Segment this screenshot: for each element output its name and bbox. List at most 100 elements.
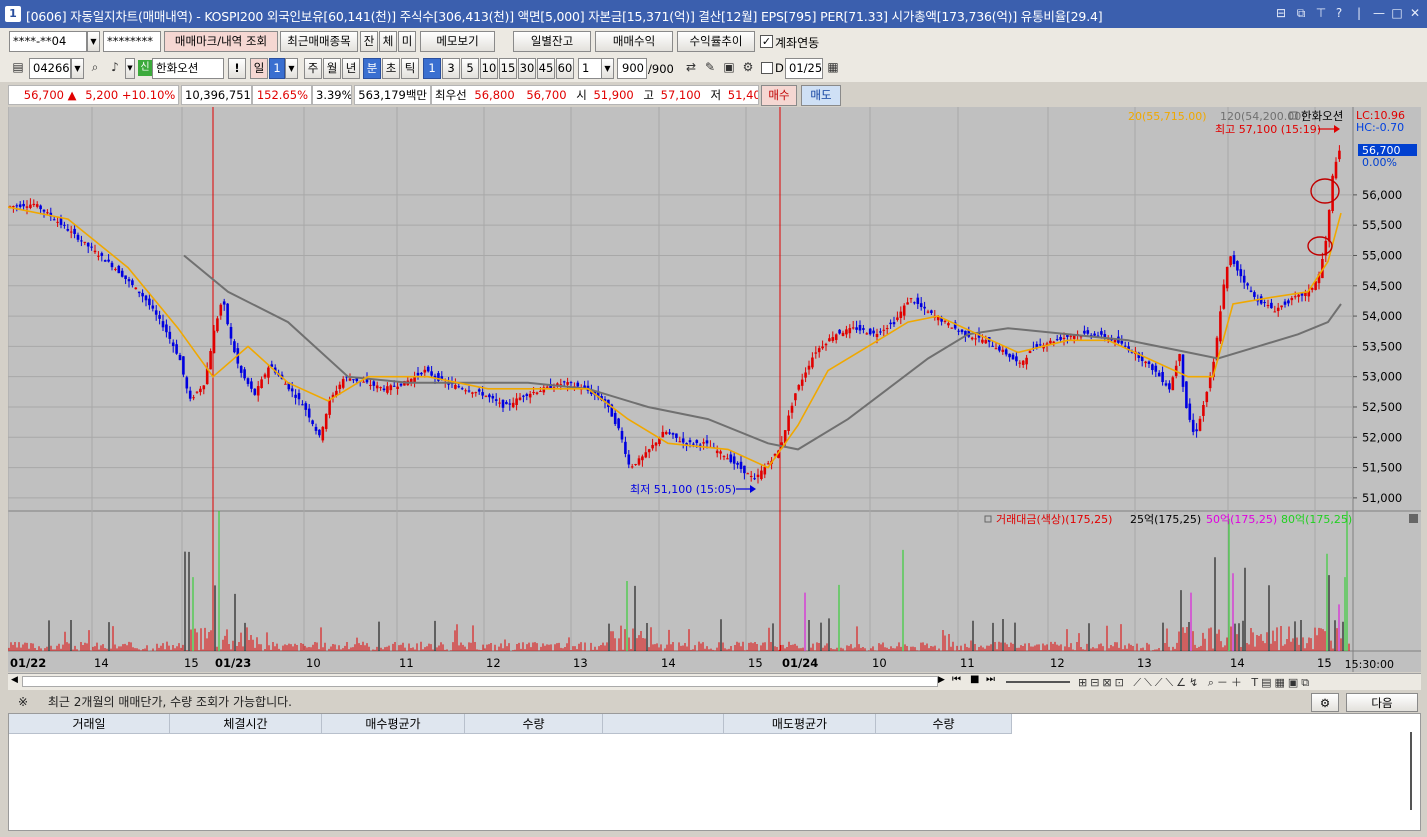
trade-mark-button[interactable]: 매매마크/내역 조회	[164, 31, 278, 52]
candle-body	[535, 392, 539, 394]
stock-chart[interactable]: 56,000 55,500 55,000 54,500 54,000 53,500 53,0…	[8, 107, 1421, 672]
alert-button[interactable]: !	[228, 58, 246, 79]
candle-body	[994, 348, 998, 350]
minute-30-button[interactable]: 30	[518, 58, 536, 79]
tool-icon[interactable]: ✎	[701, 58, 719, 77]
minute-60-button[interactable]: 60	[556, 58, 574, 79]
minute-45-button[interactable]: 45	[537, 58, 555, 79]
sound-dropdown-icon[interactable]: ▼	[125, 58, 135, 79]
balance-button[interactable]: 잔	[360, 31, 378, 52]
scroll-last-icon[interactable]: ⏭	[986, 674, 995, 685]
interval-field[interactable]: 1	[578, 58, 602, 79]
candle-body	[926, 311, 930, 313]
help-icon[interactable]: ?	[1331, 5, 1347, 21]
daily-balance-button[interactable]: 일별잔고	[513, 31, 591, 52]
candle-body	[1236, 261, 1239, 271]
candle-body	[1069, 335, 1073, 337]
day-interval-dropdown-icon[interactable]: ▼	[285, 58, 298, 79]
minute-5-button[interactable]: 5	[461, 58, 479, 79]
stock-code-field[interactable]: 042660	[29, 58, 71, 79]
maximize-icon[interactable]: □	[1389, 5, 1405, 21]
x-tick-label: 13	[573, 656, 588, 670]
memo-button[interactable]: 메모보기	[420, 31, 495, 52]
volume-pane-close-icon[interactable]	[1409, 514, 1418, 523]
fold-icon[interactable]: |	[1351, 5, 1367, 21]
period-second-button[interactable]: 초	[382, 58, 400, 79]
scroll-left-icon[interactable]: ◀	[11, 675, 18, 685]
price-tick-label: 54,500	[1362, 279, 1402, 293]
search-icon[interactable]: ⌕	[86, 58, 104, 77]
close-icon[interactable]: ✕	[1407, 5, 1423, 21]
period-tick-button[interactable]: 틱	[401, 58, 419, 79]
gear-icon[interactable]: ⚙	[739, 58, 757, 77]
account-field[interactable]: ****-**04	[9, 31, 87, 52]
period-year-button[interactable]: 년	[342, 58, 360, 79]
scroll-track[interactable]	[22, 676, 938, 687]
period-week-button[interactable]: 주	[304, 58, 322, 79]
compare-icon[interactable]: ⇄	[682, 58, 700, 77]
code-dropdown-icon[interactable]: ▼	[71, 58, 84, 79]
candle-body	[688, 440, 692, 443]
restore-layout-icon[interactable]: ⊟	[1273, 5, 1289, 21]
candle-body	[892, 322, 896, 325]
notice-mark: ※	[18, 695, 29, 709]
chart-canvas[interactable]: 56,000 55,500 55,000 54,500 54,000 53,500 53,0…	[8, 107, 1421, 672]
executed-button[interactable]: 체	[379, 31, 397, 52]
scroll-right-icon[interactable]: ▶	[938, 675, 945, 685]
scroll-first-icon[interactable]: ⏮	[952, 674, 961, 685]
interval-dropdown-icon[interactable]: ▼	[601, 58, 614, 79]
calendar-icon[interactable]: ▦	[824, 58, 842, 77]
recent-trades-button[interactable]: 최근매매종목	[280, 31, 358, 52]
candle-body	[821, 346, 824, 349]
candle-body	[729, 454, 733, 463]
period-day-button[interactable]: 일	[250, 58, 268, 79]
candle-body	[93, 250, 97, 253]
candle-body	[630, 466, 634, 468]
candle-body	[627, 454, 631, 465]
zoom-slider[interactable]	[1006, 681, 1070, 683]
save-icon[interactable]: ▣	[720, 58, 738, 77]
return-trend-button[interactable]: 수익률추이	[677, 31, 755, 52]
col-trade-date: 거래일	[9, 714, 170, 734]
minute-1-button[interactable]: 1	[423, 58, 441, 79]
candle-body	[1123, 345, 1127, 347]
minute-10-button[interactable]: 10	[480, 58, 498, 79]
candle-body	[984, 340, 988, 344]
unfilled-button[interactable]: 미	[398, 31, 416, 52]
candle-body	[1025, 357, 1028, 365]
trade-profit-button[interactable]: 매매수익	[595, 31, 673, 52]
candle-body	[695, 440, 699, 443]
date-field[interactable]: 01/25	[785, 58, 823, 79]
speaker-icon[interactable]: ♪	[106, 58, 124, 77]
day-interval-value[interactable]: 1	[269, 58, 285, 79]
candle-body	[1185, 381, 1188, 409]
x-tick-label: 10	[306, 656, 321, 670]
minimize-icon[interactable]: —	[1371, 5, 1387, 21]
chart-scrollbar[interactable]: ◀ ▶ ⏮ ■ ⏭ ⊞⊟⊠⊡ ⟋⟍⟋⟍∠↯ ⌕－＋ T▤▦▣⧉	[8, 673, 1421, 690]
high-annotation: 최고 57,100 (15:19)	[1215, 123, 1321, 136]
password-field[interactable]: ********	[103, 31, 161, 52]
settings-gear-icon[interactable]: ⚙	[1311, 693, 1339, 712]
buy-button[interactable]: 매수	[761, 85, 797, 106]
candle-body	[375, 385, 379, 389]
window-copy-icon[interactable]: ⧉	[1293, 5, 1309, 21]
candle-body	[882, 329, 886, 331]
link-account-checkbox[interactable]: ✓	[760, 35, 773, 48]
drawing-tools-icon[interactable]: ⊞⊟⊠⊡ ⟋⟍⟋⟍∠↯ ⌕－＋ T▤▦▣⧉	[1078, 674, 1418, 690]
minute-15-button[interactable]: 15	[499, 58, 517, 79]
table-scrollbar[interactable]	[1410, 732, 1412, 810]
count-field[interactable]: 900	[617, 58, 647, 79]
period-month-button[interactable]: 월	[323, 58, 341, 79]
sell-button[interactable]: 매도	[801, 85, 841, 106]
period-minute-button[interactable]: 분	[363, 58, 381, 79]
account-dropdown-icon[interactable]: ▼	[87, 31, 100, 52]
stock-list-icon[interactable]: ▤	[9, 58, 27, 77]
col-buy-avg: 매수평균가	[322, 714, 465, 734]
stop-icon[interactable]: ■	[970, 674, 979, 685]
stock-name-field[interactable]: 한화오션	[152, 58, 224, 79]
candle-body	[947, 323, 950, 326]
next-button[interactable]: 다음	[1346, 693, 1418, 712]
minute-3-button[interactable]: 3	[442, 58, 460, 79]
pin-icon[interactable]: ⊤	[1313, 5, 1329, 21]
d-checkbox[interactable]	[761, 62, 773, 74]
